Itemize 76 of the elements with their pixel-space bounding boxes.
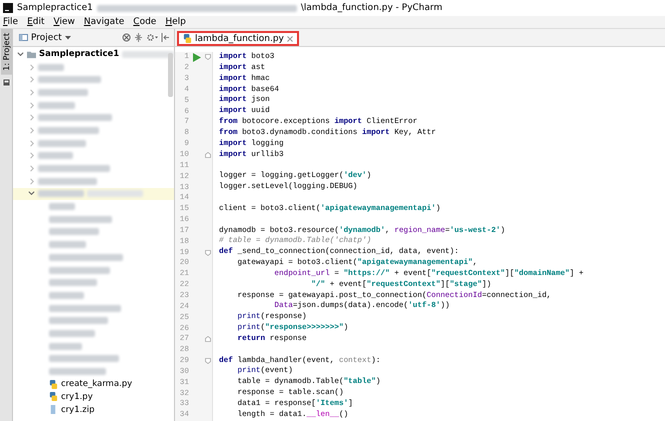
panel-title[interactable]: Project bbox=[31, 32, 62, 42]
chevron-right-icon[interactable] bbox=[28, 114, 35, 122]
chevron-right-icon[interactable] bbox=[28, 140, 35, 147]
blurred-label bbox=[49, 317, 108, 324]
fold-icon[interactable] bbox=[205, 54, 211, 60]
blurred-label bbox=[49, 330, 95, 337]
window-title: Samplepractice1 bbox=[17, 3, 93, 13]
chevron-right-icon[interactable] bbox=[28, 64, 35, 71]
blurred-label bbox=[49, 203, 75, 210]
blurred-label bbox=[49, 304, 121, 312]
tree-item[interactable]: cry1.py bbox=[13, 390, 174, 404]
blurred-label bbox=[38, 64, 64, 71]
archive-file-icon bbox=[49, 405, 58, 414]
blurred-label bbox=[49, 368, 106, 376]
window-title: \lambda_function.py - PyCharm bbox=[300, 3, 442, 13]
fold-icon[interactable] bbox=[205, 336, 211, 342]
chevron-down-icon[interactable] bbox=[17, 50, 24, 58]
side-tab[interactable]: 1: Project bbox=[0, 29, 12, 75]
chevron-down-icon[interactable] bbox=[28, 190, 35, 198]
hide-panel-icon[interactable] bbox=[161, 33, 170, 42]
scrollbar-thumb[interactable] bbox=[168, 53, 173, 97]
fold-icon[interactable] bbox=[205, 250, 211, 256]
file-name: cry1.zip bbox=[61, 404, 95, 415]
tree-item[interactable]: Samplepractice1 bbox=[13, 48, 174, 61]
blurred-label bbox=[49, 228, 99, 236]
blurred-label bbox=[38, 140, 86, 147]
chevron-right-icon[interactable] bbox=[28, 178, 35, 185]
editor-tab[interactable]: lambda_function.py bbox=[177, 31, 299, 46]
blurred-label bbox=[38, 190, 84, 198]
blurred-label bbox=[49, 342, 82, 350]
app-icon bbox=[3, 3, 13, 13]
blurred-path bbox=[87, 190, 143, 198]
blurred-label bbox=[49, 292, 84, 299]
python-file-icon bbox=[49, 380, 58, 389]
chevron-right-icon[interactable] bbox=[28, 88, 35, 96]
python-file-icon bbox=[183, 34, 192, 43]
fold-icon[interactable] bbox=[205, 152, 211, 158]
blurred-label bbox=[49, 266, 110, 274]
blurred-label bbox=[49, 241, 86, 248]
file-name: Samplepractice1 bbox=[39, 49, 120, 60]
blurred-label bbox=[49, 355, 119, 362]
python-file-icon bbox=[49, 392, 58, 402]
blurred-label bbox=[49, 216, 112, 223]
menu-item[interactable]: Navigate bbox=[82, 17, 126, 27]
file-name: cry1.py bbox=[61, 392, 93, 402]
blurred-label bbox=[38, 178, 97, 185]
menu-item[interactable]: Code bbox=[132, 17, 158, 27]
blurred-label bbox=[38, 88, 88, 96]
settings-icon[interactable] bbox=[146, 33, 158, 42]
menu-item[interactable]: Edit bbox=[26, 17, 46, 27]
tree-item[interactable]: cry1.zip bbox=[13, 403, 174, 416]
menu-item[interactable]: File bbox=[2, 17, 20, 27]
project-icon bbox=[19, 33, 28, 42]
blurred-label bbox=[38, 165, 110, 172]
chevron-right-icon[interactable] bbox=[28, 102, 35, 109]
blurred-label bbox=[49, 279, 97, 286]
caret-icon[interactable] bbox=[64, 33, 71, 42]
collapse-icon[interactable] bbox=[134, 33, 143, 42]
close-icon[interactable] bbox=[286, 36, 293, 42]
blurred-label bbox=[38, 76, 101, 84]
target-icon[interactable] bbox=[122, 33, 131, 42]
chevron-right-icon[interactable] bbox=[28, 76, 35, 84]
fold-icon[interactable] bbox=[205, 358, 211, 364]
folder-icon bbox=[27, 50, 36, 59]
menu-item[interactable]: Help bbox=[164, 17, 187, 27]
chevron-right-icon[interactable] bbox=[28, 152, 35, 160]
panel-icon[interactable] bbox=[2, 78, 10, 86]
menu-item[interactable]: View bbox=[52, 17, 76, 27]
blurred-label bbox=[38, 126, 99, 134]
run-icon[interactable] bbox=[193, 52, 201, 62]
file-name: create_karma.py bbox=[61, 379, 132, 390]
blurred-label bbox=[38, 102, 75, 109]
tree-item[interactable]: create_karma.py bbox=[13, 378, 174, 391]
chevron-right-icon[interactable] bbox=[28, 126, 35, 134]
blurred-label bbox=[38, 152, 73, 160]
chevron-right-icon[interactable] bbox=[28, 165, 35, 172]
